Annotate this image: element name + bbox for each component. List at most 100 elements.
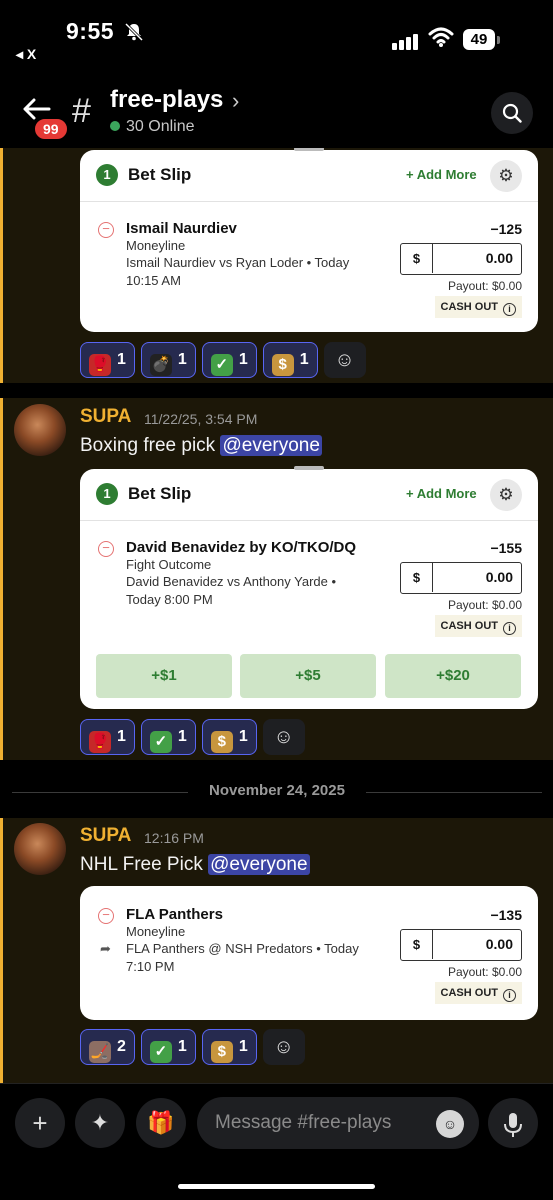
date-divider-label: November 24, 2025 (209, 782, 345, 799)
reaction-count: 1 (238, 351, 248, 368)
leg-time: Today 8:00 PM (126, 592, 213, 607)
stake-input[interactable]: $ 0.00 (400, 562, 522, 594)
add-reaction-icon[interactable]: ☺ (323, 342, 366, 378)
search-icon (502, 103, 522, 123)
leg-selection: Ismail Naurdiev (126, 220, 237, 237)
bet-slip-title: Bet Slip (128, 165, 192, 184)
share-arrow-icon[interactable]: ➦ (100, 940, 111, 957)
reaction-bar: 🏒 2 ✓ 1 $1 ☺ (80, 1029, 305, 1065)
hash-icon: # (72, 92, 91, 130)
add-more-button[interactable]: + Add More (406, 167, 477, 182)
cash-out-button[interactable]: CASH OUT i (434, 615, 522, 637)
reaction-bomb[interactable]: 💣 1 (140, 342, 196, 378)
reaction-bar: 🥊 1 ✓ 1 $1 ☺ (80, 719, 305, 755)
reaction-hockey-stick[interactable]: 🏒 2 (80, 1029, 135, 1065)
currency-label: $ (401, 563, 433, 592)
reaction-money-bag[interactable]: $1 (201, 1029, 257, 1065)
info-icon[interactable]: i (503, 303, 516, 316)
reaction-check[interactable]: ✓ 1 (140, 1029, 196, 1065)
reaction-money-bag[interactable]: $1 (201, 719, 257, 755)
info-icon[interactable]: i (503, 622, 516, 635)
leg-matchup: David Benavidez vs Anthony Yarde • (126, 574, 337, 589)
bet-slip-header: 1 Bet Slip + Add More ⚙ (80, 469, 538, 521)
cash-out-label: CASH OUT (440, 620, 498, 632)
reaction-check[interactable]: ✓ 1 (201, 342, 257, 378)
clock: 9:55 (66, 18, 115, 44)
back-to-app-link[interactable]: ◂ X (16, 46, 36, 63)
reaction-boxing-glove[interactable]: 🥊 1 (80, 342, 135, 378)
boxing-glove-icon: 🥊 (89, 354, 111, 376)
remove-leg-icon[interactable]: − (98, 222, 114, 238)
add-more-button[interactable]: + Add More (406, 486, 477, 501)
message-list[interactable]: 1 Bet Slip + Add More ⚙ − Ismail Naurdie… (0, 148, 553, 1083)
message-body: NHL Free Pick (80, 854, 209, 875)
message-text: NHL Free Pick @everyone (80, 854, 310, 876)
leg-time: 7:10 PM (126, 959, 175, 974)
check-icon: ✓ (149, 1041, 172, 1063)
add-reaction-icon[interactable]: ☺ (262, 1029, 305, 1065)
online-label: 30 Online (126, 118, 195, 135)
bet-slip-card: 1 Bet Slip + Add More ⚙ − Ismail Naurdie… (80, 148, 538, 332)
money-bag-icon: $ (210, 1041, 233, 1063)
date-divider: November 24, 2025 (12, 782, 542, 802)
message-timestamp: 12:16 PM (144, 830, 204, 846)
cash-out-button[interactable]: CASH OUT i (434, 982, 522, 1004)
apps-icon[interactable]: ✦ (75, 1098, 125, 1148)
message-author[interactable]: SUPA (80, 406, 131, 428)
reaction-count: 1 (117, 351, 126, 368)
search-button[interactable] (491, 92, 533, 134)
money-bag-icon: $ (271, 354, 294, 376)
reaction-money-bag[interactable]: $1 (262, 342, 318, 378)
bet-slip-title: Bet Slip (128, 484, 192, 503)
quick-add-1-button[interactable]: +$1 (96, 654, 232, 698)
remove-leg-icon[interactable]: − (98, 541, 114, 557)
stake-input[interactable]: $ 0.00 (400, 929, 522, 961)
mention-everyone[interactable]: @everyone (208, 854, 310, 875)
mention-everyone[interactable]: @everyone (220, 435, 322, 456)
reaction-count: 2 (117, 1038, 126, 1055)
reaction-check[interactable]: ✓ 1 (140, 719, 196, 755)
check-icon: ✓ (149, 731, 172, 753)
reaction-boxing-glove[interactable]: 🥊 1 (80, 719, 135, 755)
avatar[interactable] (14, 404, 66, 456)
payout-text: Payout: $0.00 (447, 965, 522, 979)
channel-name[interactable]: free-plays (110, 86, 223, 114)
online-dot (110, 121, 120, 131)
leg-odds: −125 (490, 221, 522, 237)
cash-out-label: CASH OUT (440, 301, 498, 313)
quick-add-20-button[interactable]: +$20 (385, 654, 521, 698)
payout-text: Payout: $0.00 (447, 279, 522, 293)
cash-out-button[interactable]: CASH OUT i (434, 296, 522, 318)
emoji-icon[interactable]: ☺ (436, 1110, 464, 1138)
leg-selection: David Benavidez by KO/TKO/DQ (126, 539, 357, 556)
gift-icon[interactable]: 🎁 (136, 1098, 186, 1148)
message-body: Boxing free pick (80, 435, 221, 456)
home-indicator[interactable] (178, 1184, 375, 1189)
stake-amount: 0.00 (485, 250, 513, 266)
bet-slip-header: 1 Bet Slip + Add More ⚙ (80, 150, 538, 202)
currency-label: $ (401, 244, 433, 273)
quick-add-5-button[interactable]: +$5 (240, 654, 376, 698)
reaction-count: 1 (177, 1038, 187, 1055)
stake-input[interactable]: $ 0.00 (400, 243, 522, 275)
add-reaction-icon[interactable]: ☺ (262, 719, 305, 755)
info-icon[interactable]: i (503, 989, 516, 1002)
message-timestamp: 11/22/25, 3:54 PM (144, 411, 258, 427)
reaction-count: 1 (177, 351, 187, 368)
plus-icon[interactable]: + (15, 1098, 65, 1148)
microphone-icon[interactable] (488, 1098, 538, 1148)
gear-icon[interactable]: ⚙ (490, 160, 522, 192)
bet-count-badge: 1 (96, 483, 118, 505)
remove-leg-icon[interactable]: − (98, 908, 114, 924)
gear-icon[interactable]: ⚙ (490, 479, 522, 511)
hockey-stick-icon: 🏒 (89, 1041, 111, 1063)
bet-count-badge: 1 (96, 164, 118, 186)
avatar[interactable] (14, 823, 66, 875)
leg-market: Fight Outcome (126, 557, 212, 572)
message-author[interactable]: SUPA (80, 825, 131, 847)
boxing-glove-icon: 🥊 (89, 731, 111, 753)
stake-amount: 0.00 (485, 936, 513, 952)
cash-out-label: CASH OUT (440, 987, 498, 999)
chevron-right-icon[interactable]: › (232, 88, 239, 114)
reaction-count: 1 (117, 728, 126, 745)
